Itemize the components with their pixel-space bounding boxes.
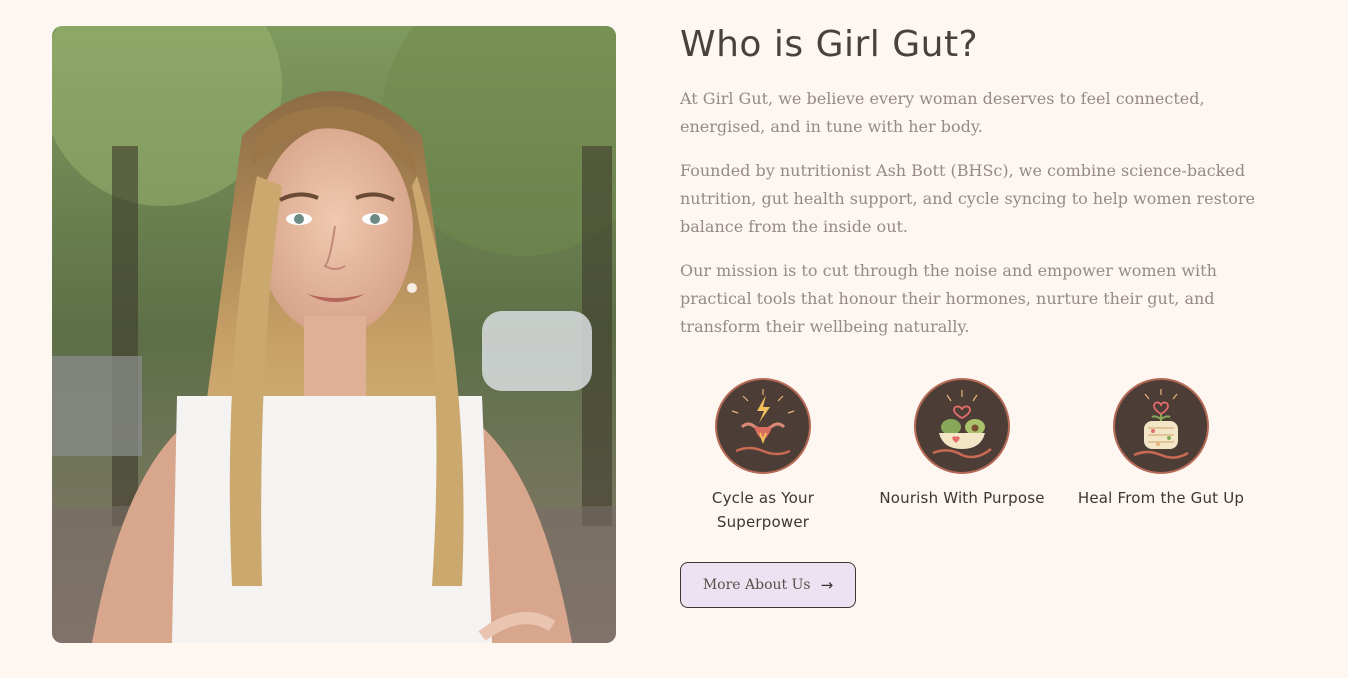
feature-list: Cycle as Your Superpower Nourish With Pu… <box>680 378 1280 538</box>
founder-paragraph: Founded by nutritionist Ash Bott (BHSc),… <box>680 161 1255 236</box>
section-title: Who is Girl Gut? <box>680 24 979 65</box>
gut-heart-icon <box>1113 378 1209 474</box>
cta-label: More About Us <box>702 577 811 593</box>
more-about-us-button[interactable]: More About Us → <box>680 562 856 608</box>
arrow-right-icon: → <box>820 576 834 594</box>
feature-gut: Heal From the Gut Up <box>1076 378 1246 510</box>
founder-photo <box>52 26 616 643</box>
feature-cycle: Cycle as Your Superpower <box>678 378 848 534</box>
avocado-bowl-icon <box>914 378 1010 474</box>
intro-paragraph: At Girl Gut, we believe every woman dese… <box>680 89 1205 136</box>
feature-label: Cycle as Your Superpower <box>711 489 815 531</box>
mission-paragraph: Our mission is to cut through the noise … <box>680 261 1217 336</box>
feature-label: Nourish With Purpose <box>879 489 1045 507</box>
uterus-lightning-icon <box>715 378 811 474</box>
feature-nourish: Nourish With Purpose <box>877 378 1047 510</box>
feature-label: Heal From the Gut Up <box>1077 489 1245 507</box>
